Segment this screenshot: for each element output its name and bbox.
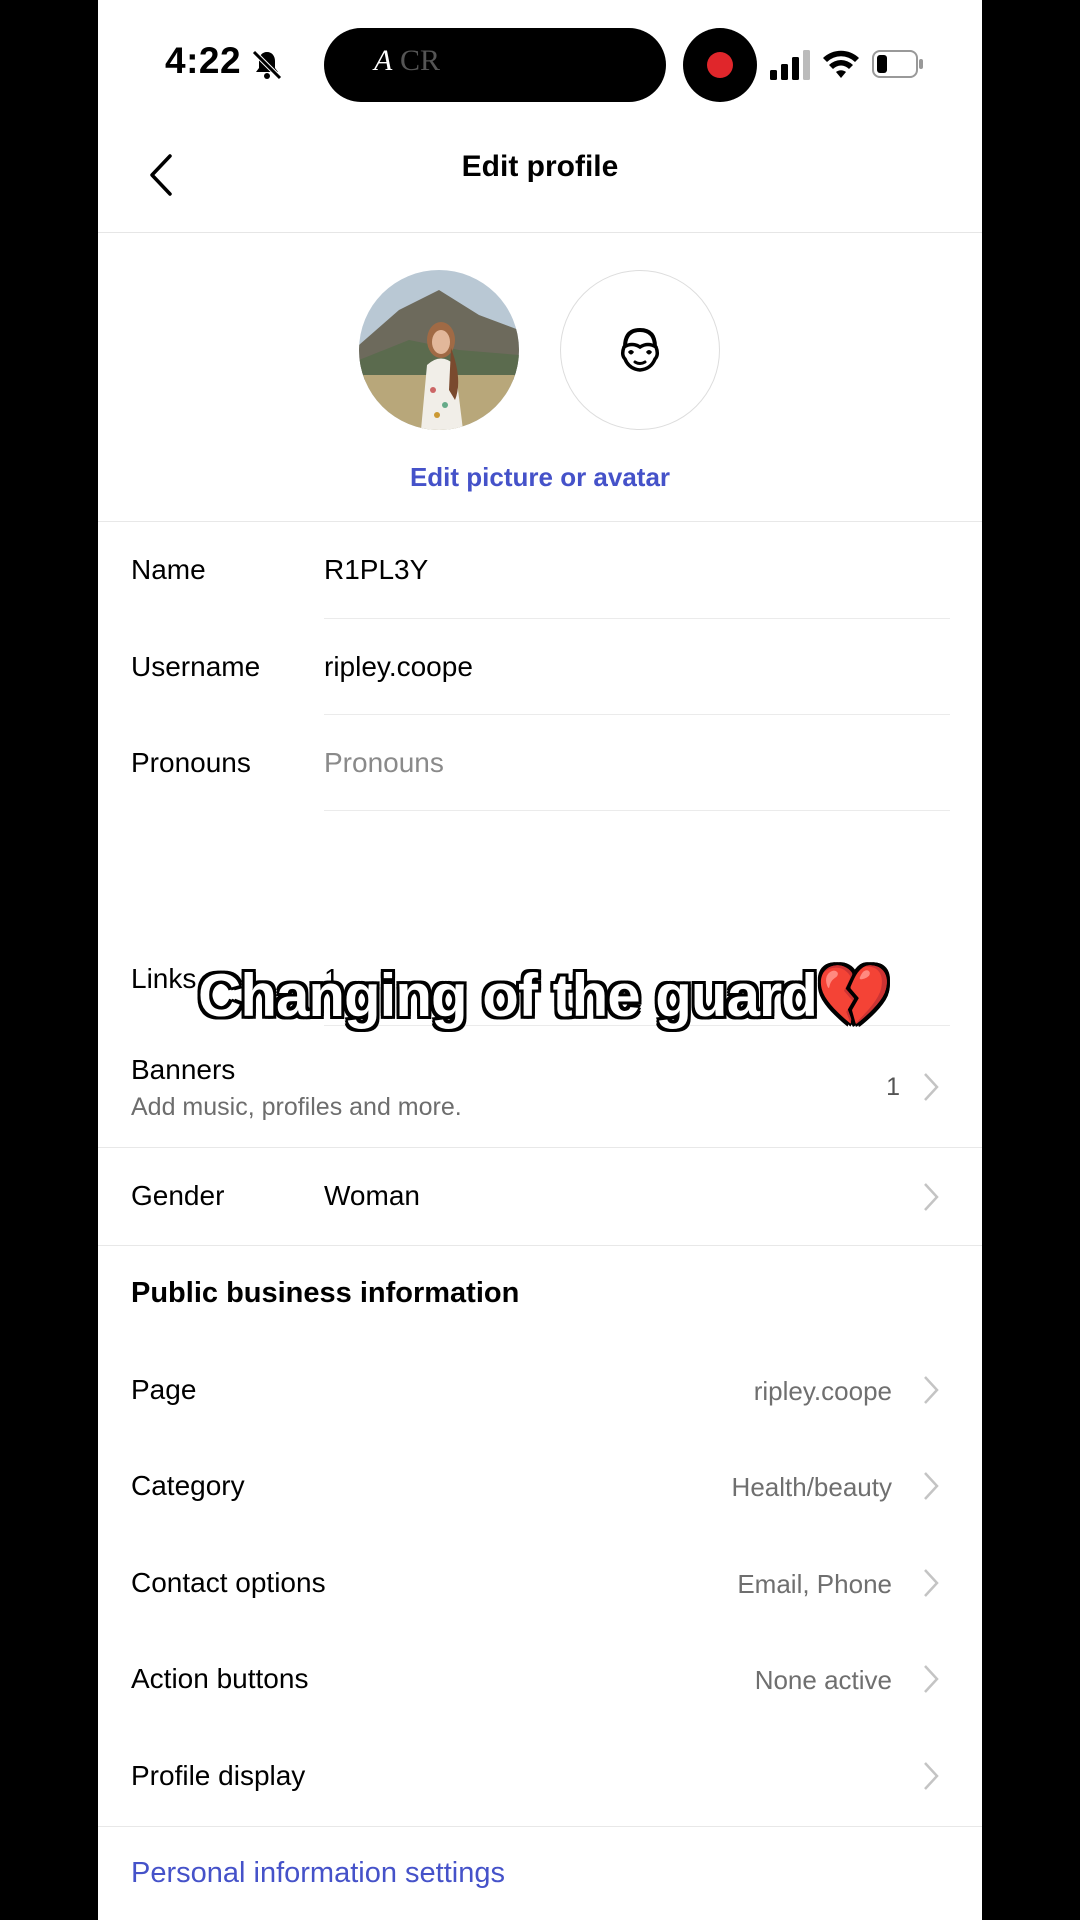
banners-label[interactable]: Banners	[131, 1054, 235, 1086]
username-label: Username	[131, 651, 261, 682]
nav-header: Edit profile	[98, 130, 982, 233]
cellular-signal-icon	[770, 50, 810, 80]
wifi-icon	[823, 50, 859, 78]
name-field[interactable]: R1PL3Y	[324, 554, 428, 586]
braves-logo-icon: A	[374, 44, 393, 77]
gender-value[interactable]: Woman	[324, 1180, 420, 1212]
name-label: Name	[131, 554, 206, 585]
profile-photo-image	[359, 270, 519, 430]
avatar-face-icon	[620, 327, 660, 372]
battery-icon	[872, 50, 923, 78]
chevron-right-icon[interactable]	[922, 1567, 940, 1599]
edit-picture-link[interactable]: Edit picture or avatar	[98, 462, 982, 493]
chevron-right-icon[interactable]	[922, 1663, 940, 1695]
category-label: Category	[131, 1470, 245, 1501]
field-underline	[324, 810, 950, 811]
contact-options-label: Contact options	[131, 1567, 326, 1598]
banners-subtitle: Add music, profiles and more.	[131, 1093, 462, 1121]
status-bar: 4:22 A CR	[98, 0, 982, 130]
divider	[98, 1826, 982, 1827]
avatar-option[interactable]	[560, 270, 720, 430]
page-title: Edit profile	[461, 150, 619, 183]
action-buttons-value: None active	[754, 1665, 892, 1695]
gender-label: Gender	[131, 1180, 225, 1211]
chevron-right-icon[interactable]	[922, 1181, 940, 1213]
profile-photo[interactable]	[359, 270, 519, 430]
divider	[98, 521, 982, 522]
chevron-right-icon[interactable]	[922, 1071, 940, 1103]
rockies-logo-icon: CR	[400, 44, 441, 77]
business-section-title: Public business information	[131, 1277, 520, 1309]
banners-count: 1	[886, 1073, 900, 1101]
phone-screen: 4:22 A CR Edit profile Edit picture or a…	[98, 0, 982, 1920]
divider	[98, 1245, 982, 1246]
pronouns-label: Pronouns	[131, 747, 251, 778]
divider	[98, 1147, 982, 1148]
category-value: Health/beauty	[731, 1472, 892, 1502]
chevron-right-icon[interactable]	[922, 1374, 940, 1406]
chevron-right-icon[interactable]	[922, 1760, 940, 1792]
action-buttons-label: Action buttons	[131, 1663, 309, 1694]
username-field[interactable]: ripley.coope	[324, 651, 473, 683]
chevron-right-icon[interactable]	[922, 1470, 940, 1502]
page-label: Page	[131, 1374, 197, 1405]
contact-options-value: Email, Phone	[737, 1569, 892, 1599]
video-caption: Changing of the guard💔	[198, 962, 892, 1029]
links-label[interactable]: Links	[131, 963, 196, 995]
pronouns-field[interactable]: Pronouns	[324, 747, 444, 779]
recording-dot-icon	[707, 52, 733, 78]
field-underline	[324, 714, 950, 715]
silent-bell-icon	[252, 50, 282, 80]
profile-display-label: Profile display	[131, 1760, 306, 1791]
status-time: 4:22	[165, 40, 242, 81]
page-value: ripley.coope	[753, 1376, 892, 1406]
personal-info-settings-link[interactable]: Personal information settings	[131, 1857, 505, 1890]
field-underline	[324, 618, 950, 619]
